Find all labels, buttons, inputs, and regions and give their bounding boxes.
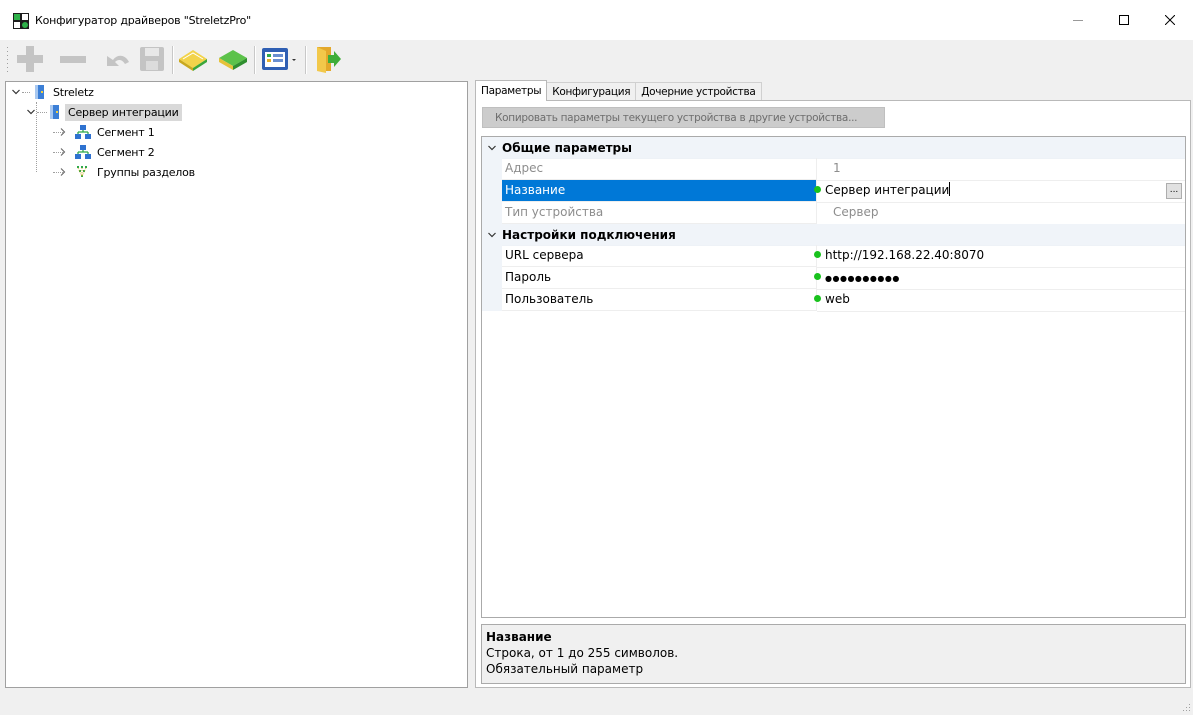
status-dot (814, 273, 821, 280)
tree-item-label: Сегмент 1 (97, 125, 155, 139)
chevron-down-icon[interactable] (26, 107, 36, 117)
property-value[interactable]: web (814, 289, 1185, 312)
ellipsis-button[interactable]: ... (1166, 183, 1182, 199)
server-device-icon (31, 84, 47, 100)
category-connection[interactable]: Настройки подключения (482, 224, 1185, 246)
exit-door-icon (312, 44, 342, 77)
device-tree[interactable]: Streletz Сервер интеграции Сегмент 1 Сег… (5, 81, 468, 688)
window-title: Конфигуратор драйверов "StreletzPro" (35, 14, 251, 27)
open-book-button[interactable] (176, 44, 210, 76)
tab-content: Копировать параметры текущего устройства… (475, 100, 1191, 688)
tab-parameters[interactable]: Параметры (475, 80, 548, 101)
property-name: Тип устройства (502, 202, 817, 224)
tab-configuration[interactable]: Конфигурация (546, 82, 637, 101)
toolbar (0, 40, 1193, 80)
property-value[interactable]: http://192.168.22.40:8070 (814, 245, 1185, 268)
add-device-button[interactable] (13, 44, 47, 76)
tree-item-label: Сервер интеграции (65, 103, 182, 121)
chevron-down-icon (290, 44, 298, 77)
maximize-button[interactable] (1101, 0, 1147, 40)
plus-icon (15, 44, 45, 77)
category-title: Общие параметры (502, 140, 632, 155)
status-bar (0, 691, 1193, 713)
toolbar-grip[interactable] (6, 45, 9, 75)
description-title: Название (486, 630, 552, 644)
property-value: Сервер (817, 202, 1185, 225)
minimize-icon (1073, 15, 1083, 25)
property-name: URL сервера (502, 245, 817, 267)
copy-parameters-button[interactable]: Копировать параметры текущего устройства… (482, 107, 885, 128)
view-dropdown-button[interactable] (257, 44, 301, 76)
status-dot (814, 251, 821, 258)
tree-item-segment-1[interactable]: Сегмент 1 (58, 122, 158, 142)
undo-icon (101, 44, 131, 77)
tree-item-root[interactable]: Streletz (11, 82, 97, 102)
property-row-url[interactable]: URL сервера http://192.168.22.40:8070 (482, 245, 1185, 268)
tree-item-label: Группы разделов (97, 165, 195, 179)
property-name: Адрес (502, 158, 817, 180)
property-value-editor[interactable]: Сервер интеграции ... (814, 180, 1185, 203)
tab-child-devices[interactable]: Дочерние устройства (635, 82, 762, 101)
network-icon (75, 144, 91, 160)
property-value: 1 (817, 158, 1185, 181)
property-row-user[interactable]: Пользователь web (482, 289, 1185, 312)
status-dot (814, 295, 821, 302)
description-text: Строка, от 1 до 255 символов. (486, 646, 679, 660)
tree-item-partition-groups[interactable]: Группы разделов (58, 162, 198, 182)
name-input[interactable]: Сервер интеграции (825, 183, 949, 197)
category-title: Настройки подключения (502, 227, 676, 242)
properties-panel: Параметры Конфигурация Дочерние устройст… (475, 80, 1191, 688)
minimize-button[interactable] (1055, 0, 1101, 40)
property-grid[interactable]: Общие параметры Адрес 1 Название Сервер … (481, 136, 1186, 618)
property-name: Пароль (502, 267, 817, 289)
open-book-icon (177, 44, 209, 77)
list-view-icon (260, 44, 290, 77)
groups-icon (75, 164, 91, 180)
chevron-right-icon[interactable] (58, 167, 68, 177)
chevron-down-icon[interactable] (482, 224, 502, 245)
description-text: Обязательный параметр (486, 662, 644, 676)
closed-book-button[interactable] (216, 44, 250, 76)
resize-grip-icon[interactable] (1181, 701, 1191, 711)
floppy-icon (137, 44, 167, 77)
property-row-name[interactable]: Название Сервер интеграции ... (482, 180, 1185, 203)
remove-device-button[interactable] (56, 44, 90, 76)
title-bar: Конфигуратор драйверов "StreletzPro" (0, 0, 1193, 40)
close-icon (1165, 15, 1175, 25)
save-button[interactable] (135, 44, 169, 76)
tree-item-server[interactable]: Сервер интеграции (26, 102, 182, 122)
tree-item-segment-2[interactable]: Сегмент 2 (58, 142, 158, 162)
chevron-down-icon[interactable] (482, 137, 502, 158)
undo-button[interactable] (99, 44, 133, 76)
network-icon (75, 124, 91, 140)
tree-item-label: Streletz (53, 85, 94, 99)
status-dot (814, 186, 821, 193)
property-row-password[interactable]: Пароль ●●●●●●●●●● (482, 267, 1185, 290)
property-row-address[interactable]: Адрес 1 (482, 158, 1185, 181)
property-name: Пользователь (502, 289, 817, 311)
chevron-down-icon[interactable] (11, 87, 21, 97)
property-value[interactable]: ●●●●●●●●●● (814, 267, 1185, 290)
category-general[interactable]: Общие параметры (482, 137, 1185, 159)
tab-strip: Параметры Конфигурация Дочерние устройст… (475, 80, 762, 101)
minus-icon (58, 44, 88, 77)
chevron-right-icon[interactable] (58, 127, 68, 137)
close-button[interactable] (1147, 0, 1193, 40)
server-device-icon (46, 104, 62, 120)
exit-button[interactable] (310, 44, 344, 76)
chevron-right-icon[interactable] (58, 147, 68, 157)
app-icon (13, 13, 29, 29)
tree-item-label: Сегмент 2 (97, 145, 155, 159)
property-name: Название (502, 180, 817, 202)
description-panel: Название Строка, от 1 до 255 символов. О… (481, 624, 1186, 684)
closed-book-icon (217, 44, 249, 77)
property-row-device-type[interactable]: Тип устройства Сервер (482, 202, 1185, 225)
maximize-icon (1119, 15, 1129, 25)
